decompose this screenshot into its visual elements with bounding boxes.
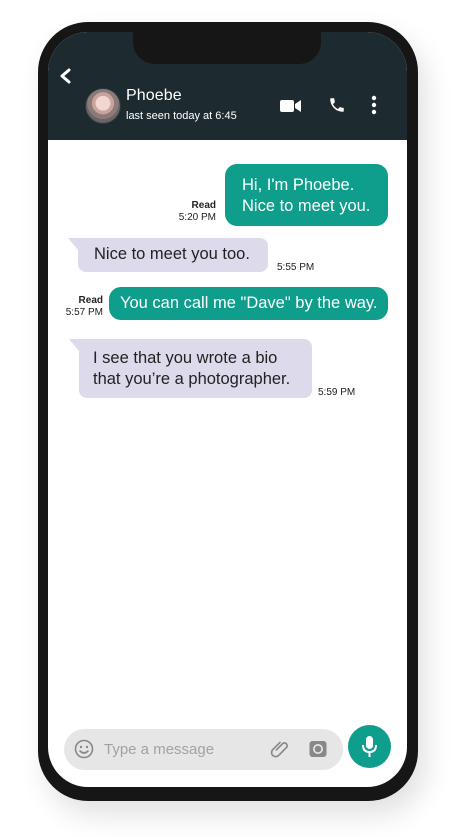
back-icon[interactable]	[57, 67, 75, 85]
message-meta: Read 5:20 PM	[166, 200, 216, 224]
camera-icon[interactable]	[308, 739, 328, 759]
message-bubble-outgoing[interactable]: Hi, I'm Phoebe. Nice to meet you.	[225, 164, 388, 226]
message-composer	[64, 729, 343, 770]
message-bubble-outgoing[interactable]: You can call me "Dave" by the way.	[109, 287, 388, 320]
microphone-button[interactable]	[348, 725, 391, 768]
message-input[interactable]	[104, 738, 254, 760]
message-text: You can call me "Dave" by the way.	[120, 294, 378, 312]
message-time: 5:20 PM	[178, 212, 216, 223]
contact-name[interactable]: Phoebe	[126, 87, 182, 105]
phone-notch	[133, 32, 321, 64]
video-call-icon[interactable]	[280, 98, 302, 114]
microphone-icon	[362, 736, 377, 757]
message-text: Hi, I'm Phoebe. Nice to meet you.	[242, 176, 371, 215]
more-options-icon[interactable]	[370, 95, 378, 115]
message-bubble-incoming[interactable]: Nice to meet you too.	[68, 238, 268, 272]
last-seen-status: last seen today at 6:45	[126, 110, 237, 122]
read-receipt: Read	[78, 295, 103, 306]
emoji-icon[interactable]	[74, 739, 94, 759]
message-text: I see that you wrote a bio that you’re a…	[93, 349, 291, 388]
message-text: Nice to meet you too.	[94, 245, 250, 263]
message-time: 5:59 PM	[318, 387, 356, 398]
phone-call-icon[interactable]	[328, 96, 346, 114]
message-meta: Read 5:57 PM	[48, 295, 103, 319]
attachment-icon[interactable]	[269, 738, 291, 760]
read-receipt: Read	[191, 200, 216, 211]
avatar[interactable]	[85, 88, 121, 124]
phone-frame: Phoebe last seen today at 6:45 Hi, I'm P…	[38, 22, 418, 801]
message-time: 5:57 PM	[65, 307, 103, 318]
message-time: 5:55 PM	[277, 262, 315, 273]
message-bubble-incoming[interactable]: I see that you wrote a bio that you’re a…	[69, 339, 312, 398]
message-list[interactable]: Hi, I'm Phoebe. Nice to meet you. Read 5…	[48, 140, 407, 720]
chat-header: Phoebe last seen today at 6:45	[48, 32, 407, 140]
phone-screen: Phoebe last seen today at 6:45 Hi, I'm P…	[48, 32, 407, 787]
